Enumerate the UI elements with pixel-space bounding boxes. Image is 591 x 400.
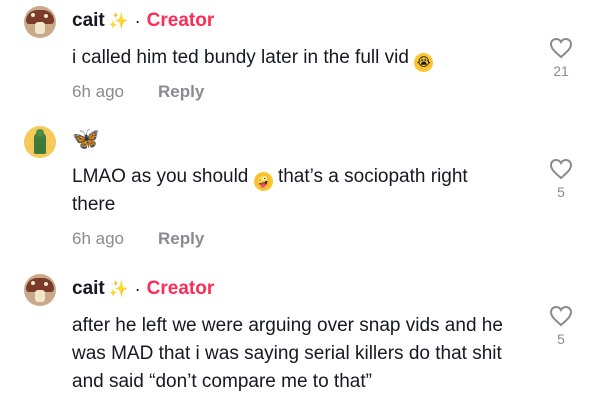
comment-text: i called him ted bundy later in the full…: [72, 44, 512, 72]
comment-header: 🦋: [72, 126, 99, 152]
comment-meta: 6h ago Reply: [72, 229, 204, 249]
comment-text: after he left we were arguing over snap …: [72, 315, 503, 392]
username[interactable]: cait: [72, 10, 105, 32]
reply-button[interactable]: Reply: [158, 82, 204, 102]
crying-face-emoji: 😭: [414, 53, 434, 72]
heart-icon: [549, 305, 573, 327]
heart-icon: [549, 158, 573, 180]
creator-badge: Creator: [146, 10, 215, 31]
like-count: 5: [557, 331, 565, 347]
comment-header: cait ✨ · Creator: [72, 276, 214, 302]
avatar[interactable]: [24, 126, 56, 158]
like-count: 21: [553, 63, 569, 79]
sparkles-icon: ✨: [108, 281, 129, 298]
comment-header: cait ✨ · Creator: [72, 8, 214, 34]
zany-face-emoji: 🤪: [253, 172, 273, 191]
sparkles-icon: ✨: [108, 13, 129, 30]
heart-icon: [549, 37, 573, 59]
comment-text: LMAO as you should 🤪 that’s a sociopath …: [72, 166, 468, 215]
like-count: 5: [557, 184, 565, 200]
like-button[interactable]: 5: [547, 158, 575, 200]
creator-badge: Creator: [146, 278, 215, 299]
separator: ·: [134, 10, 141, 31]
like-button[interactable]: 21: [547, 37, 575, 79]
username[interactable]: cait: [72, 278, 105, 300]
reply-button[interactable]: Reply: [158, 229, 204, 249]
timestamp: 6h ago: [72, 82, 124, 101]
avatar[interactable]: [24, 6, 56, 38]
butterfly-icon[interactable]: 🦋: [72, 126, 99, 152]
comment-meta: 6h ago Reply: [72, 82, 204, 102]
timestamp: 6h ago: [72, 229, 124, 248]
separator: ·: [134, 278, 141, 299]
like-button[interactable]: 5: [547, 305, 575, 347]
avatar[interactable]: [24, 274, 56, 306]
